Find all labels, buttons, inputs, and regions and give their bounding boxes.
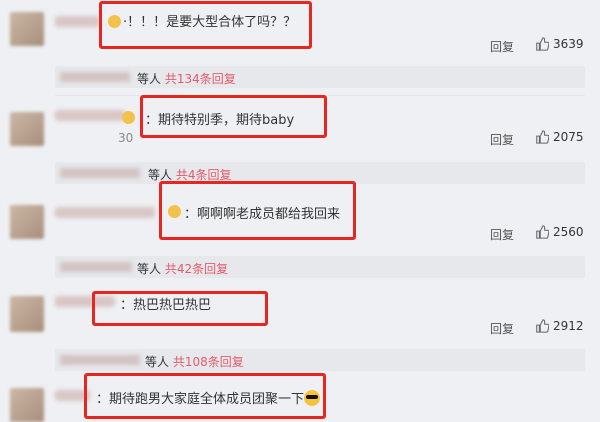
like-count: 2912: [553, 319, 584, 333]
like-button[interactable]: 2912: [535, 319, 584, 333]
avatar[interactable]: [10, 205, 44, 239]
reply-button[interactable]: 回复: [490, 226, 514, 243]
like-button[interactable]: 2560: [535, 225, 584, 239]
highlight-box: [92, 291, 268, 326]
avatar[interactable]: [10, 296, 44, 332]
subreply-count-link[interactable]: 共134条回复: [165, 72, 236, 86]
like-button[interactable]: 2075: [535, 130, 584, 144]
subreply-summary[interactable]: 等人 共134条回复: [55, 66, 585, 88]
subreply-count-link[interactable]: 共42条回复: [165, 262, 228, 276]
blurred-usernames: [60, 355, 140, 365]
subreply-summary[interactable]: 等人 共108条回复: [55, 349, 585, 371]
reply-button[interactable]: 回复: [490, 131, 514, 148]
thumbs-up-icon: [536, 225, 549, 239]
subreply-summary[interactable]: 等人 共42条回复: [55, 256, 585, 278]
subreply-prefix: 等人: [148, 168, 173, 182]
reply-button[interactable]: 回复: [490, 320, 514, 337]
thumbs-up-icon: [536, 130, 549, 144]
blurred-timestamp: 30: [118, 131, 134, 145]
thumbs-up-icon: [536, 37, 549, 51]
blurred-username: [55, 207, 155, 218]
subreply-count-link[interactable]: 共4条回复: [176, 168, 232, 182]
like-button[interactable]: 3639: [535, 37, 584, 51]
like-count: 2075: [553, 130, 584, 144]
reply-button[interactable]: 回复: [490, 38, 514, 55]
blurred-usernames: [60, 262, 132, 272]
subreply-count-link[interactable]: 共108条回复: [173, 355, 244, 369]
avatar[interactable]: [10, 112, 44, 146]
subreply-prefix: 等人: [137, 72, 162, 86]
like-count: 3639: [553, 37, 584, 51]
highlight-box: [159, 181, 356, 240]
blurred-usernames: [60, 168, 140, 178]
comment-list: ·！！！是要大型合体了吗？？ 回复 3639 等人 共134条回复 30 ：期待…: [0, 0, 600, 422]
highlight-box: [84, 373, 326, 419]
emoji-icon: [122, 111, 135, 124]
subreply-prefix: 等人: [137, 262, 162, 276]
avatar[interactable]: [10, 12, 44, 46]
highlight-box: [99, 1, 312, 49]
blurred-username: [55, 16, 100, 27]
avatar[interactable]: [10, 388, 44, 422]
highlight-box: [140, 95, 327, 138]
blurred-usernames: [60, 72, 130, 82]
subreply-prefix: 等人: [145, 355, 170, 369]
thumbs-up-icon: [536, 319, 549, 333]
like-count: 2560: [553, 225, 584, 239]
blurred-username: [55, 110, 125, 121]
